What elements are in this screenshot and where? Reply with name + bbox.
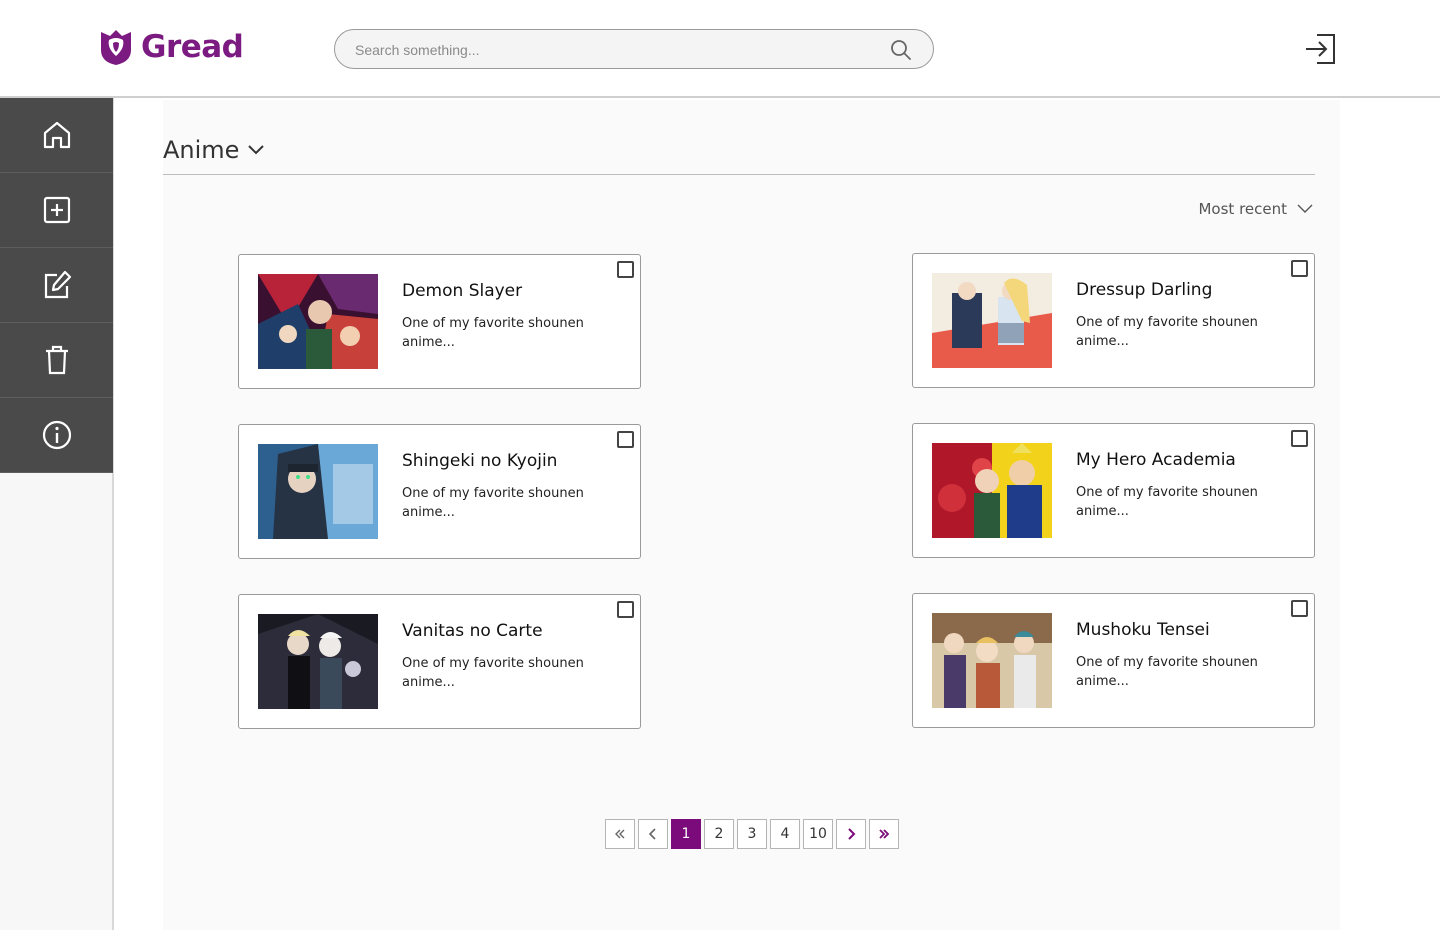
card-title: My Hero Academia: [1076, 450, 1236, 470]
card-title: Demon Slayer: [402, 281, 523, 301]
card-description: One of my favorite shounen anime...: [402, 486, 584, 520]
anime-card[interactable]: Vanitas no Carte One of my favorite shou…: [238, 594, 641, 729]
sort-dropdown[interactable]: Most recent: [1198, 200, 1313, 218]
edit-icon: [44, 270, 71, 299]
top-header: Gread: [0, 0, 1440, 98]
card-checkbox[interactable]: [617, 431, 634, 448]
prev-page-button[interactable]: [638, 819, 668, 849]
sidebar-item-info[interactable]: [0, 398, 113, 473]
category-title: Anime: [163, 136, 240, 164]
card-description: One of my favorite shounen anime...: [1076, 655, 1258, 689]
home-icon: [43, 121, 70, 149]
info-icon: [42, 420, 71, 450]
last-page-button[interactable]: [869, 819, 899, 849]
card-description: One of my favorite shounen anime...: [1076, 315, 1258, 349]
anime-card[interactable]: Mushoku Tensei One of my favorite shoune…: [912, 593, 1315, 728]
chevron-down-icon: [1297, 204, 1313, 213]
anime-card[interactable]: Demon Slayer One of my favorite shounen …: [238, 254, 641, 389]
chevron-right-icon: [848, 828, 856, 840]
search-bar: [334, 29, 934, 69]
card-thumbnail: [258, 274, 378, 369]
divider: [163, 174, 1315, 175]
card-title: Dressup Darling: [1076, 280, 1213, 300]
search-icon[interactable]: [889, 38, 913, 62]
anime-card[interactable]: Shingeki no Kyojin One of my favorite sh…: [238, 424, 641, 559]
card-thumbnail: [932, 273, 1052, 368]
page-button-4[interactable]: 4: [770, 819, 800, 849]
card-thumbnail: [932, 443, 1052, 538]
sidebar-item-home[interactable]: [0, 98, 113, 173]
double-chevron-left-icon: [615, 829, 625, 839]
card-title: Shingeki no Kyojin: [402, 451, 558, 471]
anime-card[interactable]: Dressup Darling One of my favorite shoun…: [912, 253, 1315, 388]
card-checkbox[interactable]: [1291, 260, 1308, 277]
card-checkbox[interactable]: [617, 261, 634, 278]
card-thumbnail: [258, 614, 378, 709]
page-button-10[interactable]: 10: [803, 819, 833, 849]
first-page-button[interactable]: [605, 819, 635, 849]
card-description: One of my favorite shounen anime...: [402, 316, 584, 350]
chevron-down-icon: [248, 145, 265, 155]
card-description: One of my favorite shounen anime...: [402, 656, 584, 690]
card-title: Mushoku Tensei: [1076, 620, 1210, 640]
logo-icon: [101, 30, 131, 65]
next-page-button[interactable]: [836, 819, 866, 849]
sidebar-item-edit[interactable]: [0, 248, 113, 323]
sidebar-item-add[interactable]: [0, 173, 113, 248]
app-name: Gread: [141, 29, 244, 65]
card-checkbox[interactable]: [617, 601, 634, 618]
sidebar: [0, 98, 114, 930]
category-dropdown[interactable]: Anime: [163, 136, 265, 164]
card-checkbox[interactable]: [1291, 430, 1308, 447]
app-logo[interactable]: Gread: [99, 28, 244, 66]
chevron-left-icon: [648, 828, 656, 840]
anime-card[interactable]: My Hero Academia One of my favorite shou…: [912, 423, 1315, 558]
page-button-3[interactable]: 3: [737, 819, 767, 849]
card-thumbnail: [258, 444, 378, 539]
page-button-1[interactable]: 1: [671, 819, 701, 849]
page-button-2[interactable]: 2: [704, 819, 734, 849]
main-content: Anime Most recent Demon Slayer One of my…: [163, 100, 1340, 930]
card-title: Vanitas no Carte: [402, 621, 543, 641]
search-input[interactable]: [355, 39, 875, 61]
card-description: One of my favorite shounen anime...: [1076, 485, 1258, 519]
sidebar-item-delete[interactable]: [0, 323, 113, 398]
pagination: 1 2 3 4 10: [605, 819, 899, 849]
add-icon: [43, 196, 70, 224]
card-checkbox[interactable]: [1291, 600, 1308, 617]
sort-label: Most recent: [1198, 200, 1287, 218]
double-chevron-right-icon: [879, 829, 890, 839]
logout-icon[interactable]: [1303, 31, 1339, 67]
trash-icon: [45, 345, 68, 375]
card-thumbnail: [932, 613, 1052, 708]
